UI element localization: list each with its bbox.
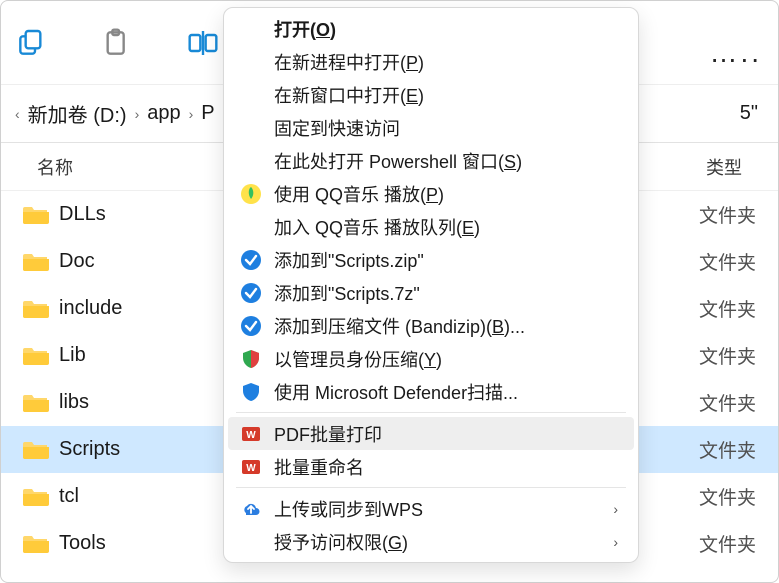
menu-label: 使用 Microsoft Defender扫描... [274, 379, 518, 405]
menu-label: 加入 QQ音乐 播放队列(E) [274, 214, 480, 240]
bandizip-icon [240, 249, 262, 271]
file-type: 文件夹 [699, 295, 756, 322]
column-type[interactable]: 类型 [706, 154, 742, 180]
svg-text:W: W [246, 430, 256, 441]
menu-wps-sync[interactable]: 上传或同步到WPS › [228, 492, 634, 525]
chevron-right-icon: › [613, 501, 618, 517]
file-name: Tools [59, 532, 106, 555]
file-type: 文件夹 [699, 530, 756, 557]
more-button[interactable]: ….. [709, 37, 762, 69]
file-name: Scripts [59, 438, 120, 461]
menu-bandizip-add[interactable]: 添加到压缩文件 (Bandizip)(B)... [228, 309, 634, 342]
breadcrumb-right-trunc: 5" [740, 102, 758, 125]
menu-label: 授予访问权限(G) [274, 529, 408, 555]
file-type: 文件夹 [699, 483, 756, 510]
menu-label: 在新窗口中打开(E) [274, 82, 424, 108]
menu-defender-scan[interactable]: 使用 Microsoft Defender扫描... [228, 375, 634, 408]
menu-open-new-process[interactable]: 在新进程中打开(P) [228, 45, 634, 78]
column-name[interactable]: 名称 [37, 154, 73, 180]
blank-icon [240, 216, 262, 238]
menu-label: 批量重命名 [274, 454, 364, 480]
menu-bandizip-7z[interactable]: 添加到"Scripts.7z" [228, 276, 634, 309]
svg-text:W: W [246, 463, 256, 474]
menu-label: 添加到"Scripts.zip" [274, 247, 424, 273]
bandizip-icon [240, 282, 262, 304]
menu-open-new-window[interactable]: 在新窗口中打开(E) [228, 78, 634, 111]
folder-icon [23, 533, 49, 553]
paste-button[interactable] [97, 23, 137, 63]
file-name: Doc [59, 250, 95, 273]
file-name: DLLs [59, 203, 106, 226]
menu-label: 打开(O) [274, 16, 336, 42]
explorer-window: ….. ‹ 新加卷 (D:) › app › P 5" 名称 类型 DLLs 文… [0, 0, 779, 583]
wps-icon: W [240, 423, 262, 445]
menu-label: 添加到"Scripts.7z" [274, 280, 420, 306]
menu-label: 添加到压缩文件 (Bandizip)(B)... [274, 313, 525, 339]
chevron-right-icon: › [613, 534, 618, 550]
file-type: 文件夹 [699, 436, 756, 463]
chevron-right-icon: › [189, 106, 194, 122]
menu-open-powershell[interactable]: 在此处打开 Powershell 窗口(S) [228, 144, 634, 177]
folder-icon [23, 345, 49, 365]
blank-icon [240, 150, 262, 172]
menu-label: 上传或同步到WPS [274, 496, 423, 522]
wps-icon: W [240, 456, 262, 478]
breadcrumb-item[interactable]: app [147, 102, 180, 125]
breadcrumb-item[interactable]: 新加卷 (D:) [28, 99, 127, 128]
copy-button[interactable] [11, 23, 51, 63]
folder-icon [23, 251, 49, 271]
blank-icon [240, 117, 262, 139]
menu-open[interactable]: 打开(O) [228, 12, 634, 45]
bandizip-icon [240, 315, 262, 337]
blank-icon [240, 531, 262, 553]
menu-label: 固定到快速访问 [274, 115, 400, 141]
menu-label: 在新进程中打开(P) [274, 49, 424, 75]
menu-label: PDF批量打印 [274, 421, 382, 447]
menu-wps-pdf-print[interactable]: W PDF批量打印 [228, 417, 634, 450]
folder-icon [23, 486, 49, 506]
menu-grant-access[interactable]: 授予访问权限(G) › [228, 525, 634, 558]
file-name: tcl [59, 485, 79, 508]
menu-qqmusic-play[interactable]: 使用 QQ音乐 播放(P) [228, 177, 634, 210]
chevron-right-icon: › [135, 106, 140, 122]
breadcrumb-item-truncated: P [201, 102, 214, 125]
file-name: Lib [59, 344, 86, 367]
defender-shield-icon [240, 381, 262, 403]
menu-pin-quick-access[interactable]: 固定到快速访问 [228, 111, 634, 144]
folder-icon [23, 439, 49, 459]
chevron-left-icon: ‹ [15, 106, 20, 122]
file-name: libs [59, 391, 89, 414]
menu-separator [236, 412, 626, 413]
folder-icon [23, 204, 49, 224]
file-type: 文件夹 [699, 248, 756, 275]
blank-icon [240, 18, 262, 40]
menu-label: 使用 QQ音乐 播放(P) [274, 181, 444, 207]
file-type: 文件夹 [699, 201, 756, 228]
menu-qqmusic-queue[interactable]: 加入 QQ音乐 播放队列(E) [228, 210, 634, 243]
file-name: include [59, 297, 122, 320]
menu-bandizip-admin[interactable]: 以管理员身份压缩(Y) [228, 342, 634, 375]
bandizip-shield-icon [240, 348, 262, 370]
menu-wps-batch-rename[interactable]: W 批量重命名 [228, 450, 634, 483]
menu-bandizip-zip[interactable]: 添加到"Scripts.zip" [228, 243, 634, 276]
context-menu: 打开(O) 在新进程中打开(P) 在新窗口中打开(E) 固定到快速访问 在此处打… [223, 7, 639, 563]
qqmusic-icon [240, 183, 262, 205]
folder-icon [23, 392, 49, 412]
blank-icon [240, 51, 262, 73]
file-type: 文件夹 [699, 342, 756, 369]
menu-separator [236, 487, 626, 488]
blank-icon [240, 84, 262, 106]
menu-label: 以管理员身份压缩(Y) [274, 346, 442, 372]
folder-icon [23, 298, 49, 318]
cloud-upload-icon [240, 498, 262, 520]
menu-label: 在此处打开 Powershell 窗口(S) [274, 148, 522, 174]
file-type: 文件夹 [699, 389, 756, 416]
rename-button[interactable] [183, 23, 223, 63]
